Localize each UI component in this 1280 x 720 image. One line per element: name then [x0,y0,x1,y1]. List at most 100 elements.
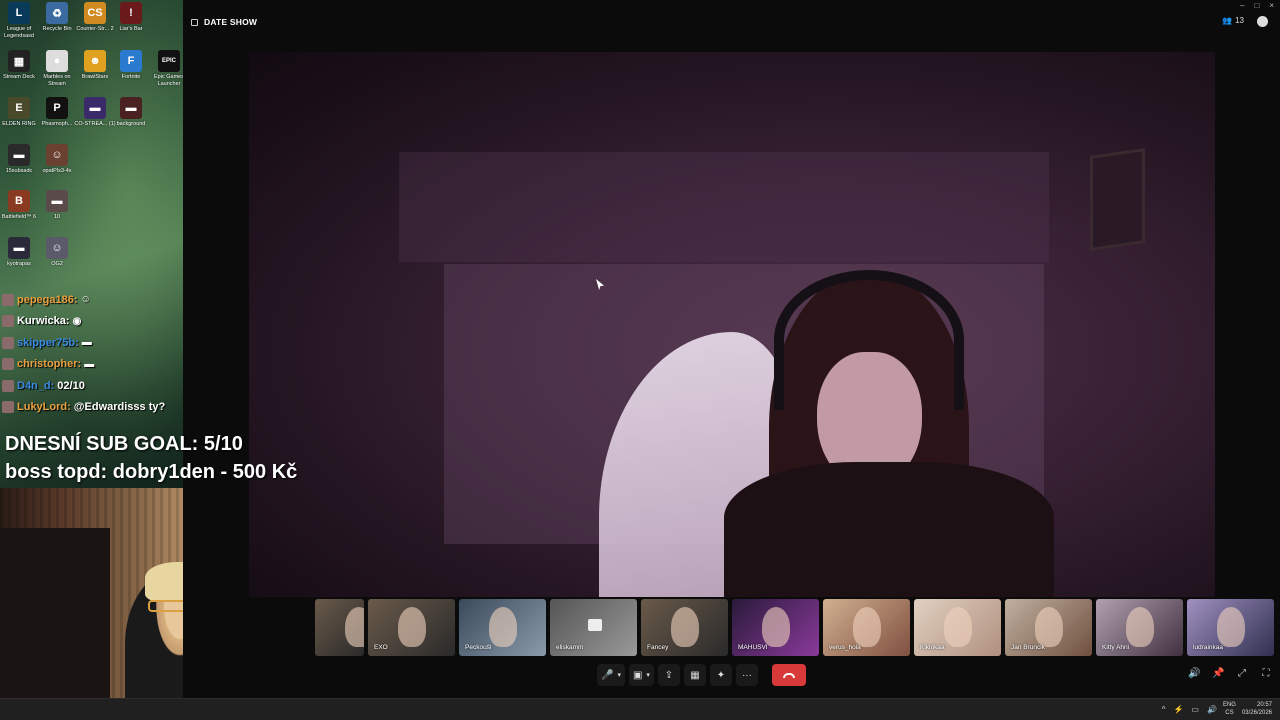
participant-tile[interactable]: ludrainkaa [1187,599,1274,656]
participant-tile[interactable]: Kitty Ahrii [1096,599,1183,656]
desktop-icon-label: Stream Deck [3,74,35,80]
avatar [2,358,14,371]
room-ceiling [399,152,1049,262]
meeting-app-window: DATE SHOW – □ × 👥 13 EXO Peckoušl eliskamm Fa… [183,0,1280,698]
desktop-icon-label: Phasmoph... [41,121,73,127]
app-icon: ▬ [84,97,106,119]
desktop-icon[interactable]: ☺ OG2 [38,237,76,268]
participant-tile[interactable]: Kikinkaa [914,599,1001,656]
participant-name: Peckoušl [465,644,492,651]
desktop-icon[interactable]: ▬ 15subsadc [0,144,38,175]
app-icon: ▬ [8,144,30,166]
app-icon: ▬ [46,190,68,212]
activities-button[interactable]: ✦ [709,664,732,686]
chat-username: Kurwicka: [17,315,70,328]
screen-share-button[interactable]: ⇪ [657,664,680,686]
apps-icon: ▦ [690,669,700,681]
camera-button[interactable]: ▣ ▾ [628,664,654,686]
clock[interactable]: 20:57 03/26/2026 [1242,701,1272,717]
main-video-stage[interactable] [249,52,1215,597]
chat-username: skipper75b: [17,336,79,349]
window-controls: – □ × [1240,1,1274,10]
channel-title-label: DATE SHOW [204,17,258,27]
language-indicator[interactable]: ENG CS [1223,701,1236,717]
participant-tile[interactable]: eliskamm [550,599,637,656]
maximize-icon[interactable]: □ [1254,1,1259,10]
app-icon: ▬ [120,97,142,119]
camera-off-icon: ▣ [632,669,643,681]
desktop-icon[interactable]: P Phasmoph... [38,97,76,128]
app-icon: CS [84,2,106,24]
desktop-icon[interactable]: ☻ BrawlStars [76,50,114,81]
participant-tile[interactable]: MAHUSVI [732,599,819,656]
participant-tile[interactable]: Jan Bruncik [1005,599,1092,656]
chevron-down-icon[interactable]: ▾ [646,671,650,679]
chat-username: christopher: [17,358,82,371]
hang-up-button[interactable] [771,664,806,686]
desktop-icon-label: Recycle Bin [42,26,72,32]
desktop-icon[interactable]: ▬ background [112,97,150,128]
chat-text: @Edwardisss ty? [73,401,166,414]
chat-message: skipper75b: ▬ [2,332,332,354]
chevron-up-icon[interactable]: ^ [1162,705,1166,714]
desktop-icon[interactable]: ♻ Recycle Bin [38,2,76,33]
desktop-icon[interactable]: ! Liar's Bar [112,2,150,33]
desktop-icon[interactable]: ▬ CO-STREA... (1) [74,97,116,128]
pin-icon[interactable]: 📌 [1212,668,1224,680]
participant-tile[interactable]: verus_hola [823,599,910,656]
tray-icons: ^ ⚡ ▭ 🔊 [1162,705,1217,714]
app-icon: ! [120,2,142,24]
participant-video [489,607,517,647]
minimize-icon[interactable]: – [1240,1,1244,10]
app-icon: E [8,97,30,119]
app-icon: ☺ [46,144,68,166]
participant-name: Kitty Ahrii [1102,644,1130,651]
desktop-icon-label: background [116,121,146,127]
fullscreen-icon[interactable]: ⛶ [1260,668,1272,680]
desktop-icon[interactable]: ● Marbles on Stream [38,50,76,88]
participant-video [398,607,426,647]
emote-icon: ▬ [84,358,95,370]
participant-tile[interactable]: Peckoušl [459,599,546,656]
desktop-icon-label: Battlefield™ 6 [1,214,37,220]
taskbar: ^ ⚡ ▭ 🔊 ENG CS 20:57 03/26/2026 [0,698,1280,720]
chat-message: LukyLord: @Edwardisss ty? [2,397,332,419]
desktop-icon[interactable]: CS Counter-Str... 2 [76,2,114,33]
desktop-icon[interactable]: F Fortnite [112,50,150,81]
desktop-icon[interactable]: ▦ Stream Deck [0,50,38,81]
desktop-icon[interactable]: EPIC Epic Games Launcher [150,50,183,88]
boss-donation-text: boss topd: dobry1den - 500 Kč [5,461,298,483]
battery-icon[interactable]: ▭ [1191,705,1199,714]
emote-icon: ◉ [72,315,82,327]
participant-name: eliskamm [556,644,584,651]
participant-tile[interactable]: EXO [368,599,455,656]
emote-icon: ▬ [81,337,92,349]
chat-bubble-icon[interactable] [1257,16,1268,27]
app-icon: ☺ [46,237,68,259]
volume-icon[interactable]: 🔊 [1207,705,1217,714]
desktop-icon[interactable]: ▬ kyotrapas [0,237,38,268]
participant-tile[interactable] [315,599,364,656]
stream-chat-overlay: pepega186: ☺ Kurwicka: ◉ skipper75b: ▬ christo… [2,289,332,418]
bolt-icon[interactable]: ⚡ [1173,705,1183,714]
close-icon[interactable]: × [1269,1,1274,10]
apps-button[interactable]: ▦ [683,664,706,686]
desktop-icon[interactable]: E ELDEN RING [0,97,38,128]
app-icon: ● [46,50,68,72]
desktop-icon[interactable]: ☺ opatPls3-4x [38,144,76,175]
more-button[interactable]: ··· [735,664,758,686]
desktop-icon[interactable]: ▬ 10 [38,190,76,221]
desktop-icon[interactable]: B Battlefield™ 6 [0,190,38,221]
participant-tile[interactable]: Fancey [641,599,728,656]
chevron-down-icon[interactable]: ▾ [617,671,621,679]
participant-count[interactable]: 👥 13 [1222,16,1244,25]
channel-title[interactable]: DATE SHOW [191,17,257,27]
mic-button[interactable]: 🎤 ▾ [597,664,625,686]
volume-icon[interactable]: 🔊 [1188,668,1200,680]
desktop-icon-label: Fortnite [121,74,141,80]
avatar [2,315,14,328]
desktop-icon-label: kyotrapas [7,261,31,267]
desktop-icon[interactable]: L League of Legendsasd [0,2,38,40]
tv-icon [191,18,198,26]
popout-icon[interactable]: ⤢ [1236,668,1248,680]
